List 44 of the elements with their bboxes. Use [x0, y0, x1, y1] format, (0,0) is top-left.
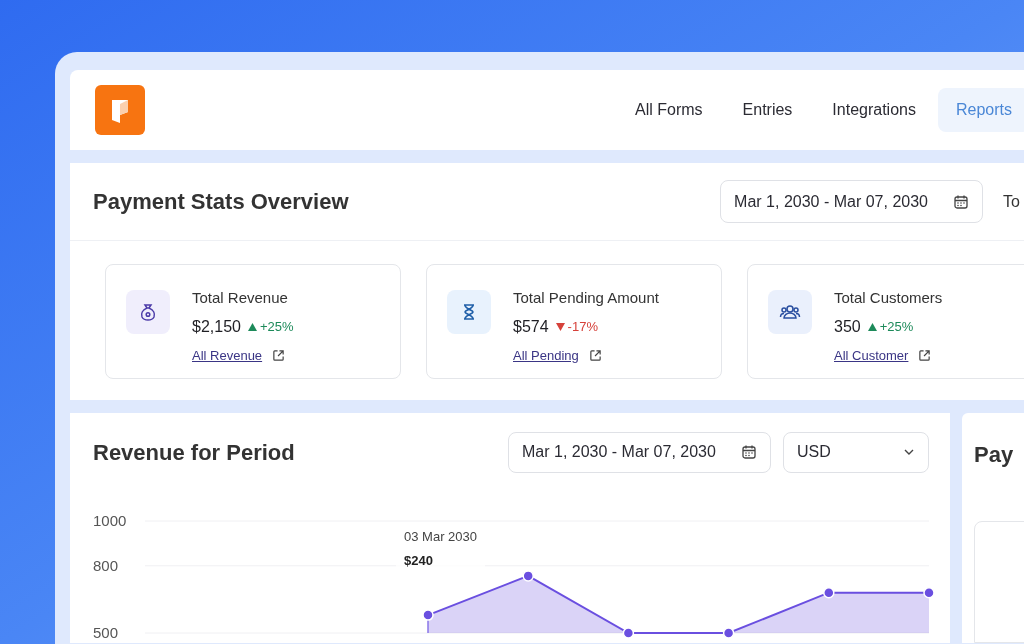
date-range-picker[interactable]: Mar 1, 2030 - Mar 07, 2030: [720, 180, 984, 223]
tooltip-line: [427, 619, 429, 634]
panel-title: Pay: [974, 441, 1015, 469]
data-point: [422, 609, 434, 621]
nav-tab[interactable]: All Forms: [617, 88, 721, 132]
panel-title: Revenue for Period: [93, 438, 295, 467]
stat-title: Total Customers: [834, 288, 943, 308]
tooltip-amount: $240: [404, 551, 434, 570]
column-heading: To: [1003, 191, 1020, 212]
external-link-icon: [272, 348, 286, 362]
axis-label: 1000: [93, 512, 127, 529]
stat-link[interactable]: All Pending: [513, 345, 579, 365]
hourglass-icon: [447, 290, 491, 334]
axis-label: 500: [93, 624, 119, 641]
stat-link[interactable]: All Revenue: [192, 345, 263, 365]
stat-value: $574: [513, 316, 549, 337]
trend-change: +25%: [879, 317, 914, 336]
stat-title: Total Revenue: [192, 288, 289, 308]
trend-change: +25%: [259, 317, 294, 336]
panel-title: Payment Stats Overview: [93, 188, 349, 216]
external-link-icon: [918, 348, 932, 362]
money-bag-icon: [126, 290, 170, 334]
stat-title: Total Pending Amount: [513, 288, 659, 308]
currency-select[interactable]: USD: [783, 431, 929, 473]
calendar-icon: [953, 193, 970, 210]
data-point: [522, 570, 534, 582]
data-point: [622, 627, 635, 639]
stat-link[interactable]: All Customer: [834, 345, 909, 365]
nav-tab[interactable]: Integrations: [814, 88, 934, 132]
data-point: [823, 586, 835, 599]
logo-icon: [95, 85, 145, 135]
people-icon: [768, 290, 812, 334]
external-link-icon: [588, 348, 602, 362]
stat-value: $2,150: [192, 316, 241, 337]
date-range-picker[interactable]: Mar 1, 2030 - Mar 07, 2030: [508, 431, 771, 473]
chevron-down-icon: [903, 448, 915, 456]
calendar-icon: [741, 444, 757, 460]
data-point: [923, 586, 935, 599]
nav-tab[interactable]: Entries: [724, 88, 811, 132]
tooltip-date: 03 Mar 2030: [404, 528, 477, 546]
axis-label: 800: [93, 556, 119, 574]
trend-change: -17%: [567, 317, 598, 336]
data-point: [722, 627, 735, 639]
stat-value: 350: [834, 316, 861, 337]
